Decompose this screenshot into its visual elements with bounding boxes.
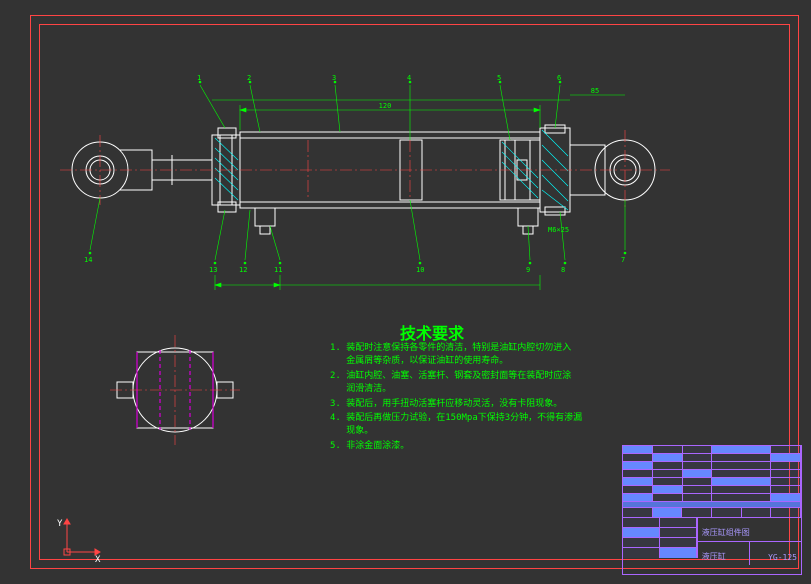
callout-14: 14 bbox=[84, 256, 92, 264]
callout-13: 13 bbox=[209, 266, 217, 274]
callout-7: 7 bbox=[621, 256, 625, 264]
req-item-2: 2. 油缸内腔、油塞、活塞杆、钢套及密封面等在装配时应涂 润滑清洁。 bbox=[330, 370, 571, 395]
callout-3: 3 bbox=[332, 74, 336, 82]
drawing-name: 液压缸组件图 bbox=[700, 527, 752, 538]
callout-11: 11 bbox=[274, 266, 282, 274]
ucs-x-label: X bbox=[95, 555, 101, 564]
title-block: 液压缸组件图 液压缸 YG-125 bbox=[622, 445, 802, 575]
callout-10: 10 bbox=[416, 266, 424, 274]
drawing-number: YG-125 bbox=[766, 552, 799, 563]
callout-8: 8 bbox=[561, 266, 565, 274]
req-item-5: 5. 非涂金面涂漆。 bbox=[330, 440, 409, 453]
cad-canvas[interactable]: 120 85 1 2 3 4 5 6 7 8 9 bbox=[0, 0, 811, 584]
part-name: 液压缸 bbox=[700, 551, 728, 562]
req-item-4: 4. 装配后再做压力试验，在150Mpa下保持3分钟，不得有渗漏 现象。 bbox=[330, 412, 582, 437]
dim-overall-length: 120 bbox=[379, 102, 392, 110]
ucs-y-label: Y bbox=[57, 519, 63, 529]
callout-2: 2 bbox=[247, 74, 251, 82]
requirements-title: 技术要求 bbox=[400, 320, 464, 344]
req-item-3: 3. 装配后，用手扭动活塞杆应移动灵活，没有卡阻现象。 bbox=[330, 398, 562, 411]
callout-6: 6 bbox=[557, 74, 561, 82]
callout-1: 1 bbox=[197, 74, 201, 82]
callout-12: 12 bbox=[239, 266, 247, 274]
callout-4: 4 bbox=[407, 74, 411, 82]
callout-5: 5 bbox=[497, 74, 501, 82]
ucs-icon: X Y bbox=[55, 514, 105, 564]
dim-eye-offset: 85 bbox=[591, 87, 599, 95]
callout-9: 9 bbox=[526, 266, 530, 274]
thread-spec: M6×25 bbox=[548, 226, 569, 234]
req-item-1: 1. 装配时注意保持各零件的清洁，特别是油缸内腔切勿进入 金属屑等杂质，以保证油… bbox=[330, 342, 571, 367]
